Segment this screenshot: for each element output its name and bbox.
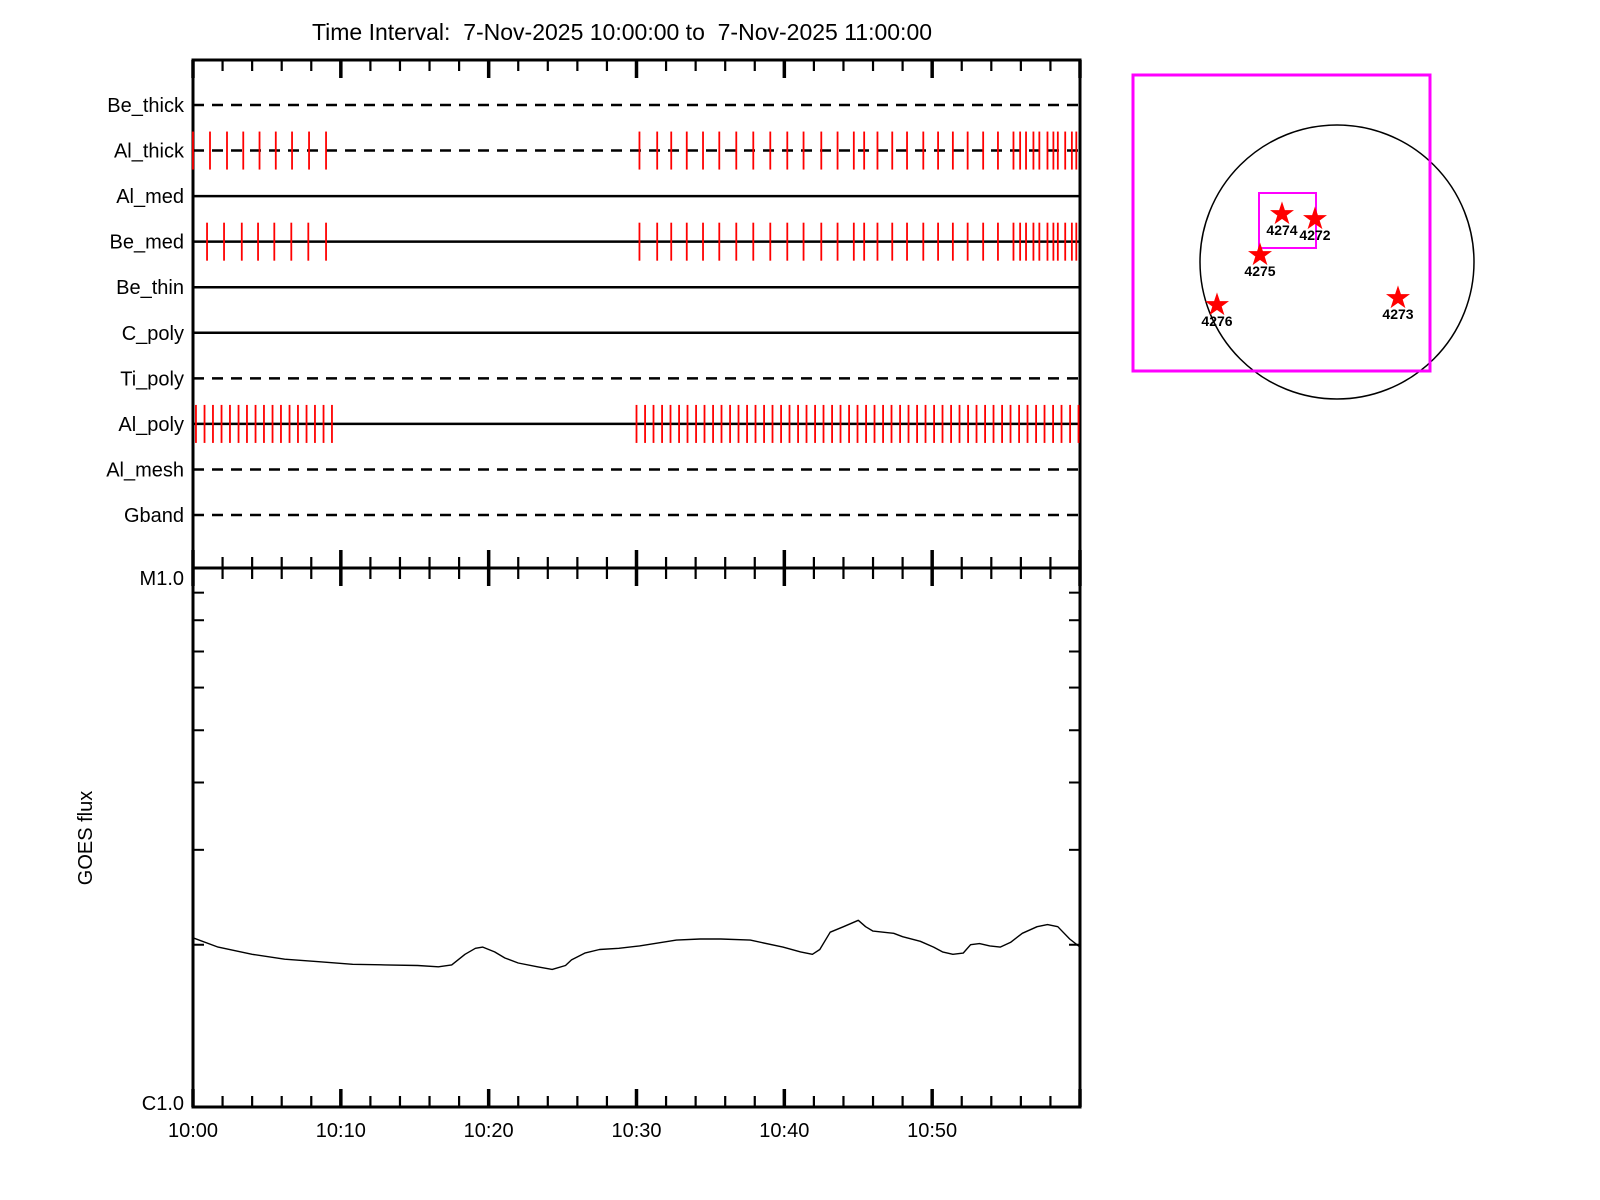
active-region-star-4273 [1385,285,1411,309]
x-tick-label: 10:40 [759,1120,809,1142]
goes-flux-panel [191,566,1082,1109]
goes-flux-curve [192,919,1081,971]
filter-label-Be_thin: Be_thin [116,277,184,299]
filter-label-C_poly: C_poly [122,323,184,345]
plot-canvas: Time Interval: 7-Nov-2025 10:00:00 to 7-… [0,0,1600,1200]
observation-plot: Time Interval: 7-Nov-2025 10:00:00 to 7-… [75,19,1475,1142]
solar-limb-circle [1199,124,1475,400]
filter-label-Al_mesh: Al_mesh [106,459,184,481]
x-tick-label: 10:10 [316,1120,366,1142]
active-region-label-4275: 4275 [1244,263,1275,279]
filter-label-Be_med: Be_med [110,232,185,254]
x-tick-label: 10:30 [611,1120,661,1142]
active-region-star-4274 [1269,201,1295,225]
x-tick-label: 10:00 [168,1120,218,1142]
y-axis-top-label: M1.0 [140,568,184,590]
active-region-label-4274: 4274 [1266,222,1297,238]
filter-label-Al_thick: Al_thick [114,141,185,163]
filter-label-Al_med: Al_med [116,186,184,208]
x-tick-label: 10:20 [464,1120,514,1142]
page-title: Time Interval: 7-Nov-2025 10:00:00 to 7-… [312,19,932,45]
filter-label-Gband: Gband [124,505,184,527]
filter-label-Be_thick: Be_thick [107,95,185,117]
y-axis-title: GOES flux [75,791,97,885]
x-tick-label: 10:50 [907,1120,957,1142]
active-region-star-4275 [1247,242,1273,266]
active-region-label-4272: 4272 [1299,227,1330,243]
active-region-label-4276: 4276 [1201,313,1232,329]
active-region-label-4273: 4273 [1382,306,1413,322]
y-axis-bottom-label: C1.0 [142,1093,184,1115]
generated-plot-layer: Be_thick Al_thick Al_med Be_med Be_thin C_pol… [106,58,1475,1142]
filter-label-Al_poly: Al_poly [118,414,184,436]
filter-label-Ti_poly: Ti_poly [120,368,184,390]
